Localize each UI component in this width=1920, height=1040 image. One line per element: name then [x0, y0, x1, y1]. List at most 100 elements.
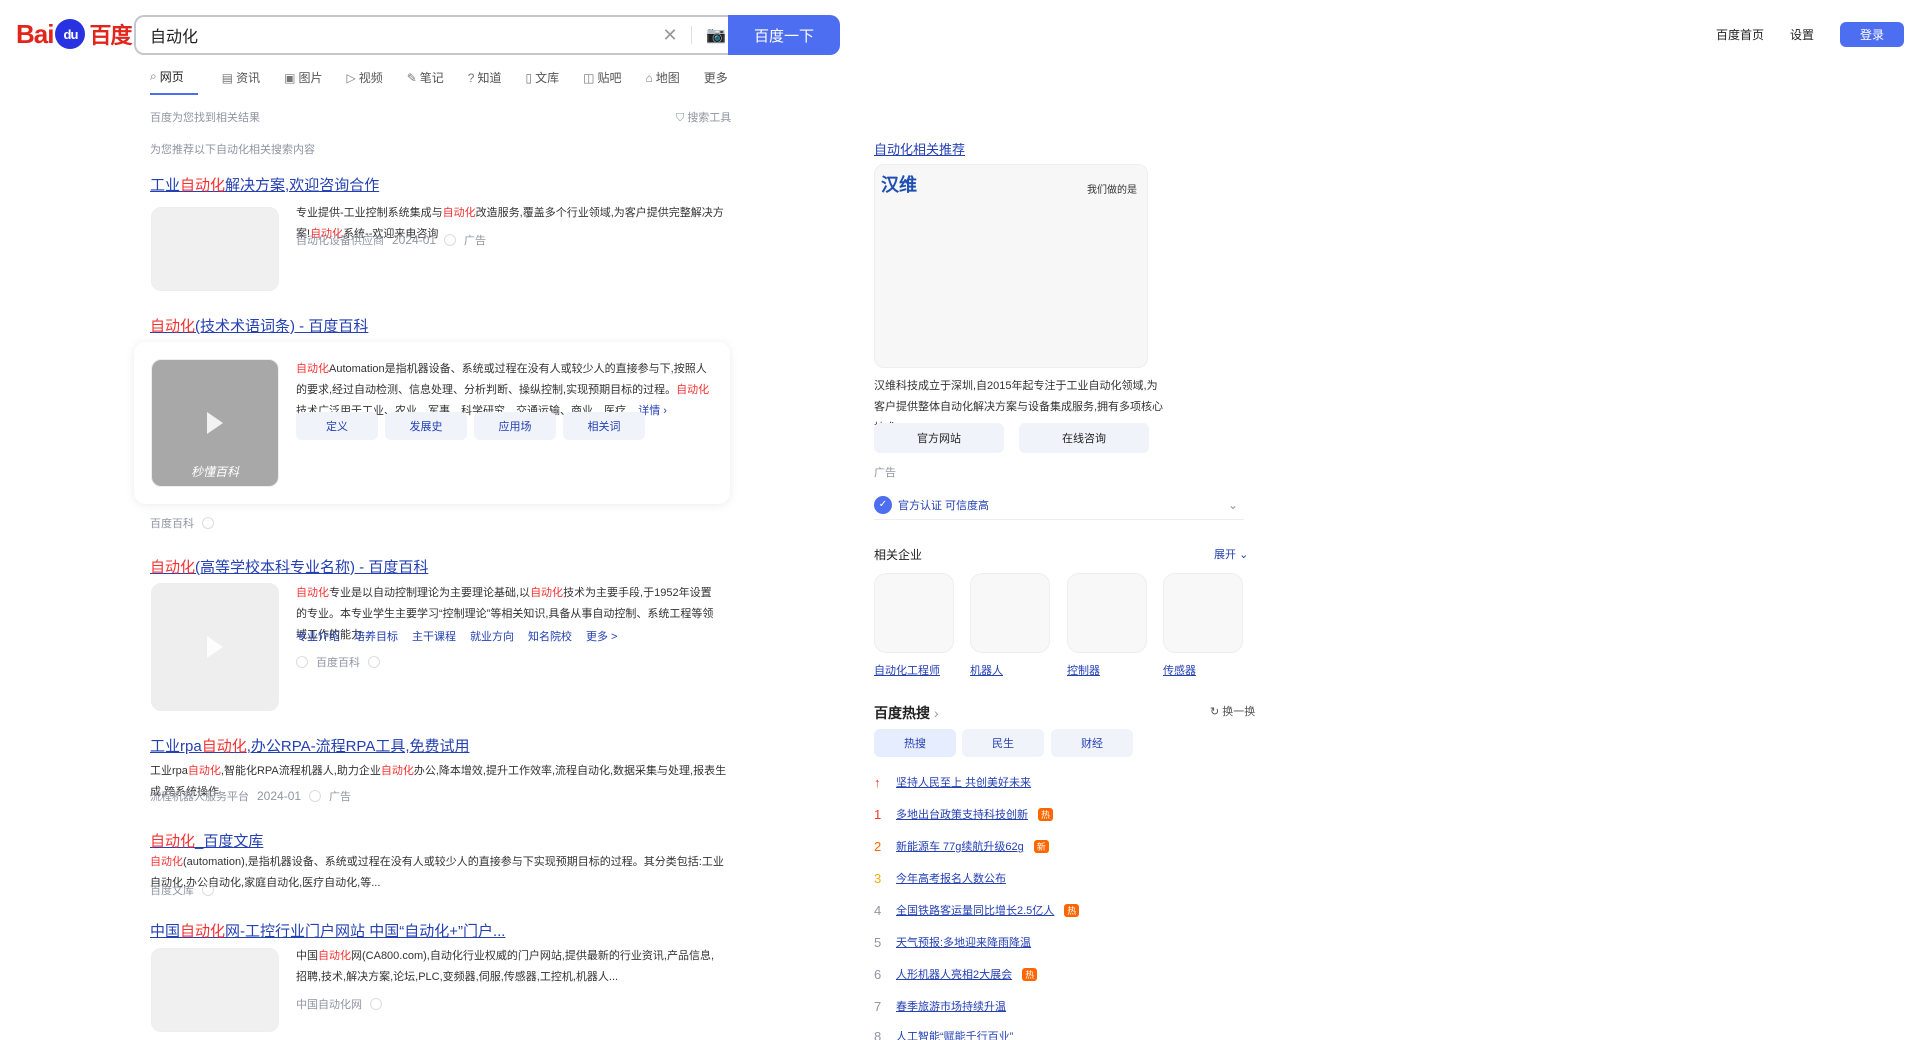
tab-images[interactable]: ▣ 图片	[284, 68, 322, 95]
tab-tieba[interactable]: ◫ 贴吧	[583, 68, 621, 95]
entity-label[interactable]: 控制器	[1067, 662, 1100, 678]
entity-label[interactable]: 传感器	[1163, 662, 1196, 678]
result-thumbnail[interactable]	[151, 948, 279, 1032]
hot-item[interactable]: 5 天气预报:多地迎来降雨降温	[874, 934, 1031, 950]
video-thumbnail[interactable]: 秒懂百科	[151, 359, 279, 487]
result-title[interactable]: 中国自动化网-工控行业门户网站 中国“自动化+”门户...	[150, 920, 505, 941]
hot-item[interactable]: 7 春季旅游市场持续升温	[874, 998, 1006, 1014]
baidu-logo[interactable]: Bai du 百度	[16, 18, 132, 50]
result-title[interactable]: 工业自动化解决方案,欢迎咨询合作	[150, 174, 379, 195]
chevron-down-icon: ⌄	[1227, 497, 1238, 512]
tab-wenku[interactable]: ▯ 文库	[526, 68, 560, 95]
login-button[interactable]: 登录	[1839, 22, 1904, 47]
entity-image[interactable]	[874, 573, 954, 653]
sublink[interactable]: 主干课程	[412, 628, 456, 644]
search-icon: ⌕	[150, 69, 157, 83]
sublink[interactable]: 更多 >	[586, 628, 617, 644]
search-query: 自动化	[150, 29, 199, 46]
entity-image[interactable]	[1067, 573, 1147, 653]
hot-item-top[interactable]: ↑ 坚持人民至上 共创美好未来	[874, 774, 1031, 790]
sublink[interactable]: 知名院校	[528, 628, 572, 644]
ad-label: 广告	[874, 467, 896, 479]
tab-zhidao[interactable]: ? 知道	[468, 68, 502, 95]
doc-icon: ▯	[525, 70, 533, 85]
tab-map[interactable]: ⌂ 地图	[645, 68, 679, 95]
hot-item[interactable]: 1 多地出台政策支持科技创新热	[874, 806, 1054, 822]
entities-expand[interactable]: 展开 ⌄	[1214, 546, 1248, 562]
result-title[interactable]: 自动化(技术术语词条) - 百度百科	[150, 315, 368, 336]
filter-icon: ⛉	[676, 112, 685, 124]
logo-text-cn: 百度	[89, 23, 132, 48]
consult-button[interactable]: 在线咨询	[1019, 423, 1149, 453]
tieba-icon: ◫	[583, 70, 595, 85]
hot-item[interactable]: 3 今年高考报名人数公布	[874, 870, 1006, 886]
entity-image[interactable]	[1163, 573, 1243, 653]
result-thumbnail[interactable]	[151, 207, 279, 291]
result-title[interactable]: 自动化(高等学校本科专业名称) - 百度百科	[150, 556, 428, 577]
avatar	[296, 656, 308, 668]
verify-icon	[202, 884, 214, 896]
tab-web[interactable]: ⌕ 网页	[150, 68, 198, 95]
brand-logo: 汉维	[881, 175, 917, 195]
pill-application[interactable]: 应用场	[474, 412, 556, 440]
hot-tab-finance[interactable]: 财经	[1051, 729, 1133, 757]
entity-image[interactable]	[970, 573, 1050, 653]
verify-icon	[368, 656, 380, 668]
pill-definition[interactable]: 定义	[296, 412, 378, 440]
search-divider	[691, 26, 692, 44]
verify-icon	[309, 790, 322, 802]
verify-icon	[370, 998, 382, 1010]
sublink[interactable]: 就业方向	[470, 628, 514, 644]
search-tools-button[interactable]: ⛉ 搜索工具	[676, 109, 731, 125]
logo-text-bai: Bai	[16, 18, 54, 49]
sublink[interactable]: 专业介绍	[296, 628, 340, 644]
verify-icon	[202, 517, 214, 529]
search-button[interactable]: 百度一下	[728, 15, 840, 55]
home-link[interactable]: 百度首页	[1716, 26, 1764, 43]
question-icon: ?	[467, 70, 475, 85]
hot-tab-hot[interactable]: 热搜	[874, 729, 956, 757]
clear-icon[interactable]: ✕	[655, 25, 685, 46]
hot-tab-livelihood[interactable]: 民生	[962, 729, 1044, 757]
hot-item[interactable]: 8 人工智能“赋能千行百业”	[874, 1028, 1013, 1040]
verify-icon	[444, 234, 457, 246]
hot-item[interactable]: 2 新能源车 77g续航升级62g 新	[874, 838, 1049, 854]
pill-history[interactable]: 发展史	[385, 412, 467, 440]
map-icon: ⌂	[645, 70, 653, 85]
entity-label[interactable]: 机器人	[970, 662, 1003, 678]
pin-icon: ↑	[874, 774, 881, 790]
shield-icon: ✓	[874, 495, 892, 514]
tab-news[interactable]: ▤ 资讯	[222, 68, 260, 95]
sublink[interactable]: 培养目标	[354, 628, 398, 644]
video-icon: ▷	[346, 70, 356, 85]
recommend-title[interactable]: 自动化相关推荐	[874, 139, 965, 158]
tab-video[interactable]: ▷ 视频	[346, 68, 382, 95]
tab-notes[interactable]: ✎ 笔记	[407, 68, 444, 95]
hot-item[interactable]: 6 人形机器人亮相2大展会热	[874, 966, 1038, 982]
pill-related[interactable]: 相关词	[563, 412, 645, 440]
video-thumbnail[interactable]	[151, 583, 279, 711]
brand-slogan: 我们做的是	[1087, 185, 1137, 196]
ad-image[interactable]: 汉维 我们做的是	[874, 164, 1148, 368]
image-icon: ▣	[284, 70, 296, 85]
result-abstract: 中国自动化网(CA800.com),自动化行业权威的门户网站,提供最新的行业资讯…	[296, 950, 715, 983]
refresh-button[interactable]: ↻ 换一换	[1210, 703, 1255, 719]
hot-search-title[interactable]: 百度热搜 ›	[874, 703, 939, 723]
search-tabs: ⌕ 网页 ▤ 资讯 ▣ 图片 ▷ 视频 ✎ 笔记 ? 知道 ▯ 文库 ◫ 贴吧 ⌂ 地图 更多	[150, 68, 728, 95]
refresh-icon: ↻	[1210, 706, 1220, 718]
entities-heading: 相关企业	[874, 548, 923, 562]
official-site-button[interactable]: 官方网站	[874, 423, 1004, 453]
result-title[interactable]: 自动化_百度文库	[150, 830, 263, 851]
recommend-tip: 为您推荐以下自动化相关搜索内容	[150, 144, 315, 156]
tab-more[interactable]: 更多	[704, 68, 728, 95]
hot-item[interactable]: 4 全国铁路客运量同比增长2.5亿人热	[874, 902, 1080, 918]
result-source: 中国自动化网	[296, 996, 382, 1012]
entity-label[interactable]: 自动化工程师	[874, 662, 940, 678]
result-title[interactable]: 工业rpa自动化,办公RPA-流程RPA工具,免费试用	[150, 735, 470, 756]
play-icon	[207, 636, 223, 658]
settings-link[interactable]: 设置	[1790, 26, 1814, 43]
news-icon: ▤	[221, 70, 234, 85]
result-sublinks: 专业介绍 培养目标 主干课程 就业方向 知名院校 更多 >	[296, 628, 617, 644]
search-input[interactable]: 自动化 ✕ 📷	[134, 15, 734, 55]
verify-row[interactable]: ✓ 官方认证 可信度高 ⌄	[874, 490, 1244, 520]
